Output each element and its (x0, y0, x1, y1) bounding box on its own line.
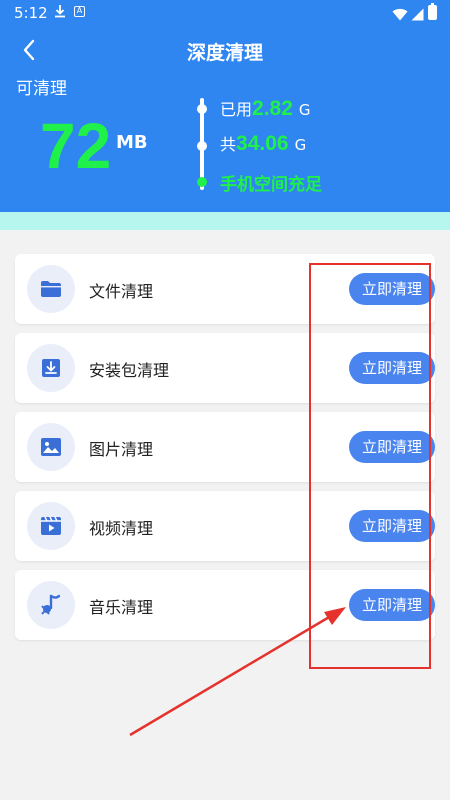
annotation-arrow (129, 607, 346, 737)
